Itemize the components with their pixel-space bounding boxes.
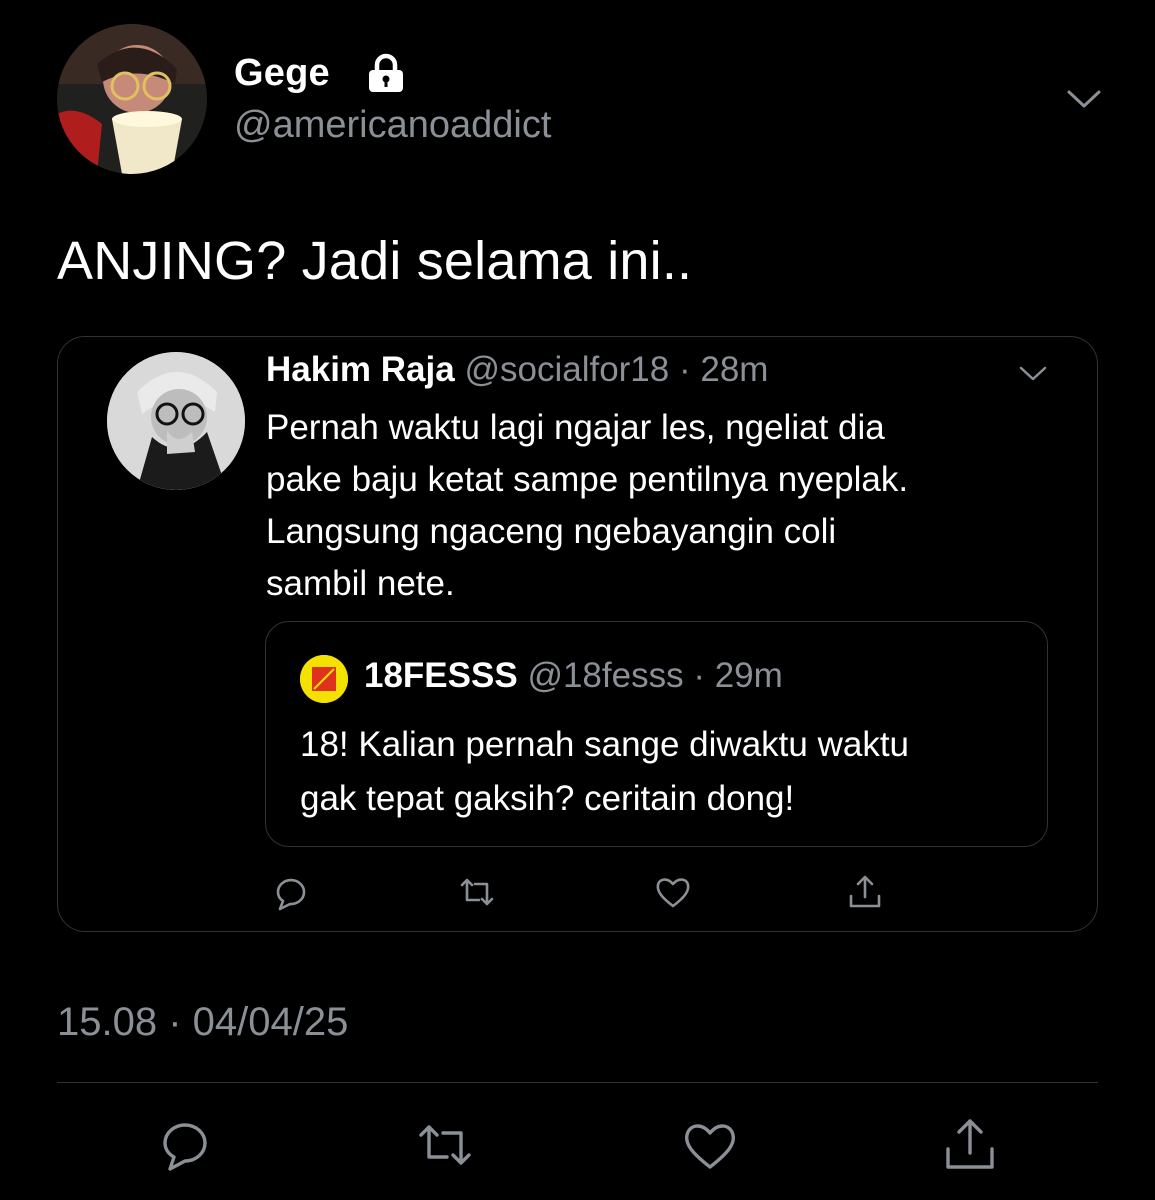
nested-tweet-header: 18FESSS @18fesss · 29m bbox=[364, 656, 783, 696]
like-icon[interactable] bbox=[680, 1115, 740, 1175]
quoted-text-line: pake baju ketat sampe pentilnya nyeplak. bbox=[266, 460, 909, 499]
quoted-tweet-header: Hakim Raja @socialfor18 · 28m bbox=[266, 350, 768, 390]
separator-dot: · bbox=[669, 350, 701, 389]
chevron-down-icon[interactable] bbox=[1018, 362, 1048, 384]
nested-text-line: gak tepat gaksih? ceritain dong! bbox=[300, 779, 795, 818]
retweet-icon[interactable] bbox=[415, 1115, 475, 1175]
nested-time: 29m bbox=[714, 656, 783, 695]
author-avatar[interactable] bbox=[57, 24, 207, 174]
nested-tweet-text: 18! Kalian pernah sange diwaktu waktu ga… bbox=[300, 718, 1020, 826]
nested-author-handle[interactable]: @18fesss bbox=[527, 656, 683, 695]
quoted-tweet-actions bbox=[270, 872, 890, 912]
author-handle[interactable]: @americanoaddict bbox=[234, 104, 551, 147]
author-name[interactable]: Gege bbox=[234, 52, 330, 95]
like-icon[interactable] bbox=[653, 872, 693, 912]
quoted-text-line: Pernah waktu lagi ngajar les, ngeliat di… bbox=[266, 408, 885, 447]
quoted-author-handle[interactable]: @socialfor18 bbox=[464, 350, 669, 389]
tweet-text: ANJING? Jadi selama ini.. bbox=[57, 231, 693, 291]
separator-dot: · bbox=[683, 656, 715, 695]
nested-text-line: 18! Kalian pernah sange diwaktu waktu bbox=[300, 725, 910, 764]
quoted-time: 28m bbox=[700, 350, 769, 389]
lock-icon bbox=[365, 52, 407, 94]
divider bbox=[57, 1082, 1098, 1083]
chevron-down-icon[interactable] bbox=[1066, 84, 1102, 112]
retweet-icon[interactable] bbox=[457, 872, 497, 912]
tweet-actions bbox=[150, 1115, 1050, 1175]
quoted-text-line: Langsung ngaceng ngebayangin coli bbox=[266, 512, 837, 551]
nested-author-avatar[interactable] bbox=[300, 655, 348, 703]
reply-icon[interactable] bbox=[270, 872, 310, 912]
quoted-tweet-text: Pernah waktu lagi ngajar les, ngeliat di… bbox=[266, 402, 1036, 610]
share-icon[interactable] bbox=[940, 1115, 1000, 1175]
share-icon[interactable] bbox=[845, 872, 885, 912]
tweet-timestamp[interactable]: 15.08 · 04/04/25 bbox=[57, 1000, 348, 1045]
reply-icon[interactable] bbox=[155, 1115, 215, 1175]
quoted-author-avatar[interactable] bbox=[107, 352, 245, 490]
quoted-text-line: sambil nete. bbox=[266, 564, 455, 603]
nested-author-name[interactable]: 18FESSS bbox=[364, 656, 518, 695]
quoted-author-name[interactable]: Hakim Raja bbox=[266, 350, 455, 389]
